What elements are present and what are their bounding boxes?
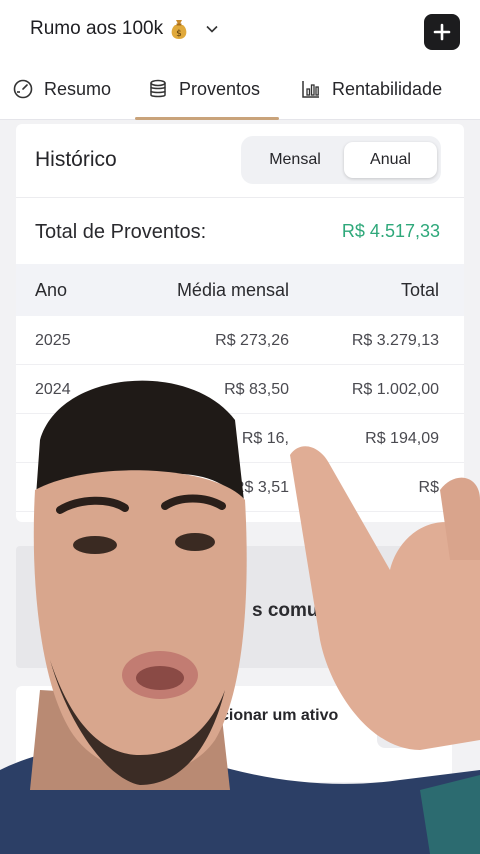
total-value: R$ 4.517,33: [341, 221, 440, 241]
cell-total: R$: [418, 479, 439, 496]
table-row: R$ 3,51 R$: [16, 463, 464, 512]
cell-media: R$ 83,50: [224, 381, 289, 398]
portfolio-selector[interactable]: Rumo aos 100k $: [30, 18, 219, 40]
table-row: R$ 16, R$ 194,09: [16, 414, 464, 463]
gauge-icon: [13, 79, 33, 99]
cell-total: R$ 194,09: [365, 430, 439, 447]
tab-bar: Resumo Proventos Rentabilidade: [0, 64, 480, 120]
portfolio-name: Rumo aos 100k: [30, 18, 164, 39]
top-bar: Rumo aos 100k $: [0, 0, 480, 64]
tab-label: Resumo: [44, 78, 112, 99]
add-asset-card: cionar um ativo: [16, 686, 452, 782]
cell-media: R$ 16,: [241, 430, 289, 447]
tab-rentabilidade[interactable]: Rentabilidade: [300, 78, 442, 100]
chevron-down-icon: [206, 25, 218, 33]
cell-media: R$ 3,51: [232, 479, 289, 496]
svg-text:$: $: [176, 29, 182, 39]
cell-media: R$ 273,26: [215, 332, 289, 349]
table-header: Ano Média mensal Total: [16, 264, 464, 316]
expand-button[interactable]: [377, 702, 423, 748]
tab-resumo[interactable]: Resumo: [12, 78, 111, 100]
tab-label: Rentabilidade: [332, 78, 443, 99]
card-title: s comuns: [252, 600, 341, 621]
card-title: Histórico: [35, 148, 117, 171]
column-header-ano: Ano: [35, 280, 68, 300]
tab-proventos[interactable]: Proventos: [147, 78, 260, 100]
card-header: Histórico Mensal Anual: [16, 124, 464, 198]
toggle-mensal[interactable]: Mensal: [249, 142, 341, 178]
cell-total: R$ 3.279,13: [351, 332, 439, 349]
period-toggle: Mensal Anual: [241, 136, 441, 184]
cell-total: R$ 1.002,00: [351, 381, 439, 398]
total-label: Total de Proventos:: [35, 221, 207, 243]
money-bag-icon: $: [171, 20, 187, 39]
tab-label: Proventos: [179, 78, 261, 99]
table-row: 2024 R$ 83,50 R$ 1.002,00: [16, 365, 464, 414]
cell-ano: 2025: [35, 332, 71, 349]
total-row: Total de Proventos: R$ 4.517,33: [16, 198, 464, 264]
historico-card: Histórico Mensal Anual Total de Provento…: [16, 124, 464, 522]
coins-stack-icon: [150, 79, 166, 98]
bar-chart-icon: [302, 81, 319, 98]
ativos-comuns-card: s comuns: [16, 546, 464, 668]
column-header-total: Total: [400, 280, 439, 300]
add-button[interactable]: [424, 14, 460, 50]
toggle-anual[interactable]: Anual: [344, 142, 437, 178]
cell-ano: 2024: [35, 381, 71, 398]
arrow-down-icon: [393, 717, 407, 732]
add-asset-label: cionar um ativo: [220, 707, 339, 724]
column-header-media: Média mensal: [176, 280, 289, 300]
active-tab-indicator: [135, 117, 279, 120]
table-row: 2025 R$ 273,26 R$ 3.279,13: [16, 316, 464, 365]
plus-icon: [433, 23, 451, 41]
